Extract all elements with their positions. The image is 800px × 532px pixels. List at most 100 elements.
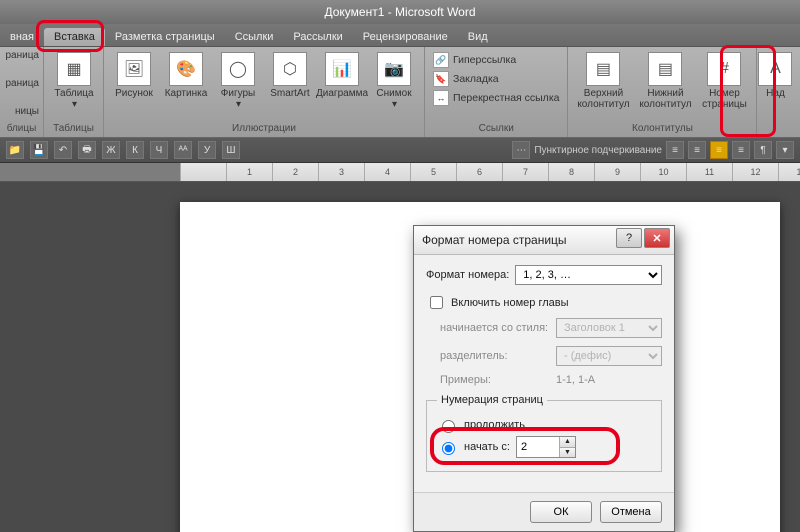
page-number-button[interactable]: #Номер страницы [696,50,752,110]
spinner-down[interactable]: ▼ [560,448,575,458]
ruler-tick: 8 [548,163,594,181]
bookmark-button[interactable]: 🔖Закладка [433,71,559,87]
group-header-footer: ▤Верхний колонтитул ▤Нижний колонтитул #… [568,47,757,137]
qat-btn[interactable]: Ж [102,141,120,159]
group-title-links: Ссылки [429,123,563,135]
ruler-tick: 13 [778,163,800,181]
close-button[interactable]: ✕ [644,228,670,248]
group-title-pages: блицы [4,123,39,135]
examples-label: Примеры: [440,374,550,386]
qat-btn[interactable]: ≡ [732,141,750,159]
screenshot-button[interactable]: 📷Снимок▾ [368,50,420,110]
clipart-icon: 🎨 [169,52,203,86]
group-title-headfoot: Колонтитулы [572,123,752,135]
tab-mailings[interactable]: Рассылки [283,28,352,46]
dialog-titlebar[interactable]: Формат номера страницы ? ✕ [414,226,674,255]
continue-label: продолжить [464,419,525,431]
shapes-button[interactable]: ◯Фигуры▾ [212,50,264,110]
screenshot-icon: 📷 [377,52,411,86]
ruler-tick: 11 [686,163,732,181]
cover-page-partial[interactable]: раница [4,50,39,62]
include-chapter-label: Включить номер главы [451,297,569,309]
footer-button[interactable]: ▤Нижний колонтитул [634,50,696,110]
ruler-tick: 3 [318,163,364,181]
header-button[interactable]: ▤Верхний колонтитул [572,50,634,110]
chevron-down-icon: ▾ [72,99,77,110]
chart-icon: 📊 [325,52,359,86]
page-break-partial[interactable]: ницы [4,106,39,118]
qat-btn[interactable]: У [198,141,216,159]
qat-btn[interactable]: К [126,141,144,159]
number-format-label: Формат номера: [426,269,509,281]
page-numbering-legend: Нумерация страниц [437,394,547,406]
qat-btn[interactable]: ᴬᴬ [174,141,192,159]
hyperlink-icon: 🔗 [433,52,449,68]
quick-toolbar: 📁 💾 ↶ 🖶 Ж К Ч ᴬᴬ У Ш ⋯ Пунктирное подчерк… [0,138,800,163]
ruler-tick: 10 [640,163,686,181]
group-title-illustrations: Иллюстрации [108,123,420,135]
include-chapter-checkbox[interactable] [430,296,443,309]
tab-home-partial[interactable]: вная [0,28,44,46]
continue-radio[interactable] [442,420,455,433]
qat-btn[interactable]: 💾 [30,141,48,159]
group-title-tables: Таблицы [48,123,99,135]
group-pages-partial: раница раница ницы блицы [0,47,44,137]
chapter-style-label: начинается со стиля: [440,322,550,334]
qat-btn[interactable]: ≡ [666,141,684,159]
ruler-tick: 5 [410,163,456,181]
qat-btn[interactable]: Ч [150,141,168,159]
tab-page-layout[interactable]: Разметка страницы [105,28,225,46]
qat-btn[interactable]: ↶ [54,141,72,159]
ruler-tick: 2 [272,163,318,181]
blank-page-partial[interactable]: раница [4,78,39,90]
page-number-icon: # [707,52,741,86]
qat-btn[interactable]: Ш [222,141,240,159]
chart-button[interactable]: 📊Диаграмма [316,50,368,110]
ruler-tick: 9 [594,163,640,181]
tab-references[interactable]: Ссылки [225,28,284,46]
smartart-button[interactable]: ⬡SmartArt [264,50,316,110]
crossref-button[interactable]: ↔Перекрестная ссылка [433,90,559,106]
ruler-tick: 7 [502,163,548,181]
ok-button[interactable]: ОК [530,501,592,523]
ruler-tick [180,163,226,181]
table-icon: ▦ [57,52,91,86]
cancel-button[interactable]: Отмена [600,501,662,523]
textbox-button-partial[interactable]: AНад [761,50,789,99]
ruler-tick: 4 [364,163,410,181]
table-button[interactable]: ▦ Таблица▾ [48,50,100,110]
bookmark-icon: 🔖 [433,71,449,87]
footer-icon: ▤ [648,52,682,86]
tab-insert[interactable]: Вставка [44,28,105,46]
clipart-button[interactable]: 🎨Картинка [160,50,212,110]
separator-label: разделитель: [440,350,550,362]
spinner-up[interactable]: ▲ [560,437,575,448]
picture-button[interactable]: 🖼Рисунок [108,50,160,110]
qat-btn[interactable]: ▾ [776,141,794,159]
horizontal-ruler[interactable]: 1 2 3 4 5 6 7 8 9 10 11 12 13 [0,163,800,182]
separator-select: - (дефис) [556,346,662,366]
page-numbering-fieldset: Нумерация страниц продолжить начать с: ▲… [426,394,662,472]
dashed-underline-label: Пунктирное подчеркивание [534,145,662,156]
start-at-spinner[interactable]: ▲▼ [516,436,576,458]
start-at-input[interactable] [517,437,559,457]
number-format-select[interactable]: 1, 2, 3, … [515,265,662,285]
qat-btn[interactable]: ≡ [710,141,728,159]
qat-btn[interactable]: ≡ [688,141,706,159]
hyperlink-button[interactable]: 🔗Гиперссылка [433,52,559,68]
help-button[interactable]: ? [616,228,642,248]
chevron-down-icon: ▾ [236,99,241,110]
page-number-format-dialog: Формат номера страницы ? ✕ Формат номера… [413,225,675,532]
dashed-underline-icon[interactable]: ⋯ [512,141,530,159]
qat-btn[interactable]: 📁 [6,141,24,159]
start-at-radio[interactable] [442,442,455,455]
group-tables: ▦ Таблица▾ Таблицы [44,47,104,137]
title-bar: Документ1 - Microsoft Word [0,0,800,24]
tab-review[interactable]: Рецензирование [353,28,458,46]
shapes-icon: ◯ [221,52,255,86]
tab-view[interactable]: Вид [458,28,498,46]
qat-btn[interactable]: ¶ [754,141,772,159]
crossref-icon: ↔ [433,90,449,106]
qat-btn[interactable]: 🖶 [78,141,96,159]
ruler-tick: 6 [456,163,502,181]
